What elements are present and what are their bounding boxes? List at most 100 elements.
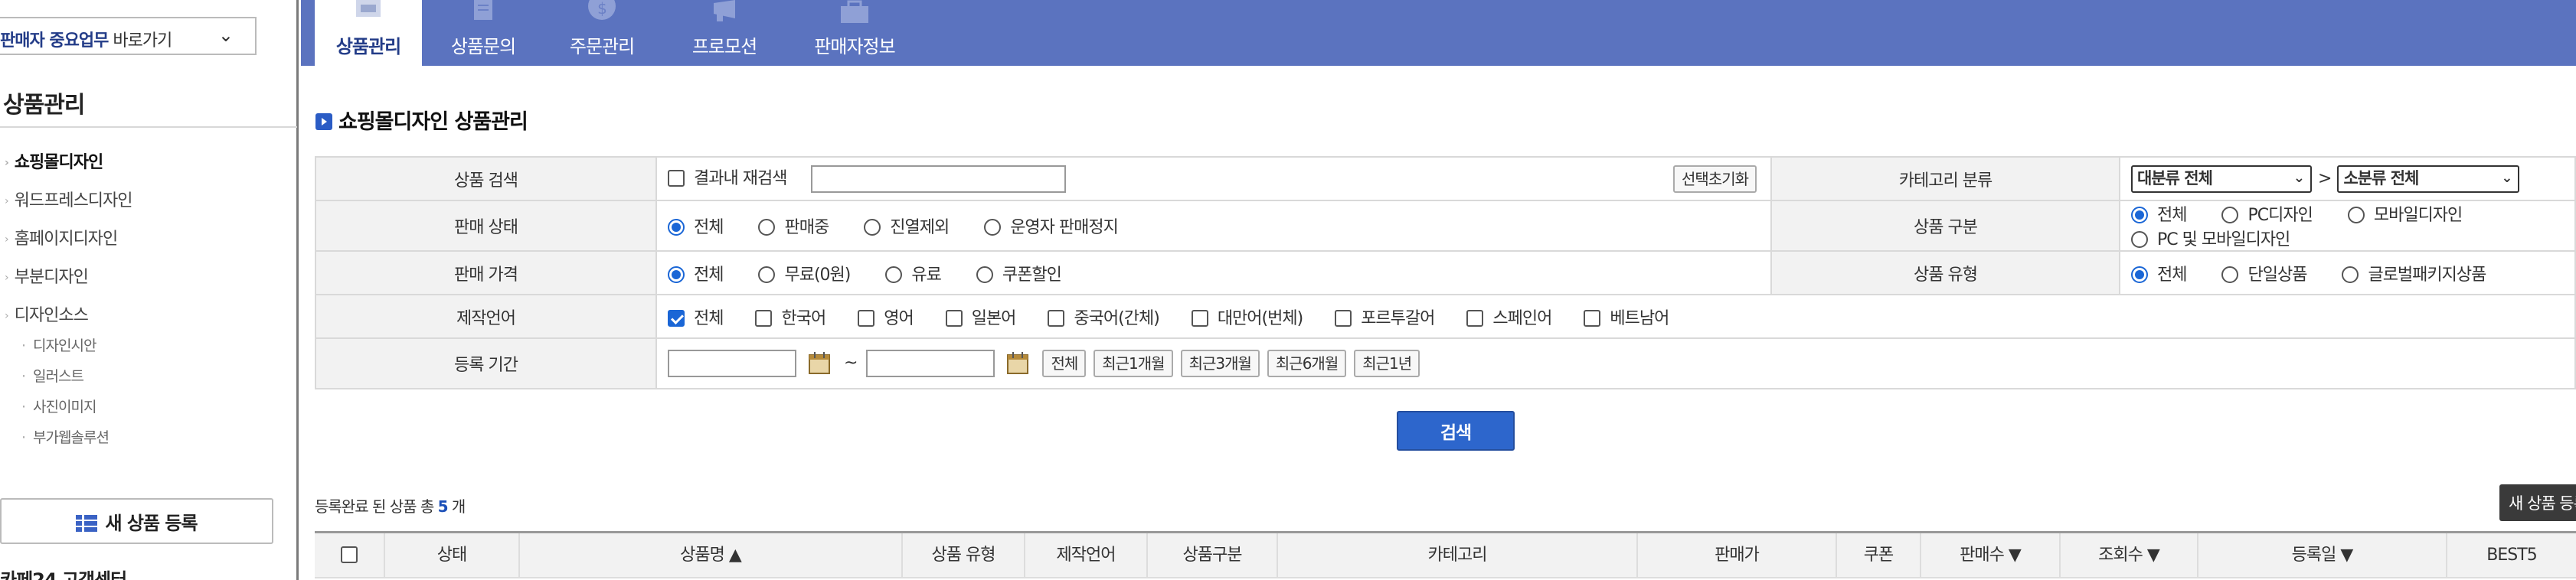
seller-quick-select[interactable]: 판매자 중요업무 바로가기 ⌄ xyxy=(0,17,257,55)
page-title: 쇼핑몰디자인 상품관리 xyxy=(315,105,528,135)
select-all-checkbox[interactable] xyxy=(341,546,358,563)
chevron-right-icon: › xyxy=(5,272,9,284)
price-all-radio[interactable]: 전체 xyxy=(668,261,724,285)
period-3month-button[interactable]: 최근3개월 xyxy=(1180,350,1260,377)
price-paid-radio[interactable]: 유료 xyxy=(885,261,942,285)
chevron-right-icon: › xyxy=(5,195,9,207)
col-sales-count[interactable]: 판매수 ▼ xyxy=(1921,533,2061,578)
col-product-name[interactable]: 상품명 ▲ xyxy=(520,533,903,578)
sale-status-hidden-radio[interactable]: 진열제외 xyxy=(864,213,950,238)
period-label: 등록 기간 xyxy=(315,337,657,389)
language-spanish-checkbox[interactable]: 스페인어 xyxy=(1466,305,1552,329)
tab-product-manage[interactable]: 상품관리 xyxy=(315,0,422,66)
language-vietnamese-checkbox[interactable]: 베트남어 xyxy=(1584,305,1669,329)
reset-selection-button[interactable]: 선택초기화 xyxy=(1673,165,1757,193)
price-free-radio[interactable]: 무료(0원) xyxy=(758,261,851,285)
product-search-label: 상품 검색 xyxy=(315,156,657,201)
category-major-select[interactable]: 대분류 전체 ⌄ xyxy=(2131,165,2312,193)
search-keyword-input[interactable] xyxy=(811,165,1067,193)
language-all-checkbox[interactable]: 전체 xyxy=(668,305,724,329)
col-price: 판매가 xyxy=(1638,533,1837,578)
search-button[interactable]: 검색 xyxy=(1397,411,1515,451)
chevron-down-icon: ⌄ xyxy=(2501,169,2512,186)
chevron-down-icon: ⌄ xyxy=(2293,169,2305,186)
new-product-button[interactable]: 새 상품 등록 xyxy=(0,498,273,544)
sale-status-selling-radio[interactable]: 판매중 xyxy=(758,213,829,238)
language-chinese-simplified-checkbox[interactable]: 중국어(간체) xyxy=(1048,305,1160,329)
research-checkbox[interactable] xyxy=(668,170,685,187)
product-kind-pc-radio[interactable]: PC디자인 xyxy=(2221,201,2313,226)
col-registered-date[interactable]: 등록일 ▼ xyxy=(2198,533,2447,578)
quick-select-bold: 판매자 중요업무 xyxy=(0,31,109,51)
calendar-icon[interactable] xyxy=(1005,350,1031,376)
col-coupon: 쿠폰 xyxy=(1837,533,1921,578)
document-pen-icon xyxy=(474,0,492,20)
sidebar-subitem-illustration[interactable]: · 일러스트 xyxy=(21,365,84,386)
sidebar-subitem-design-draft[interactable]: · 디자인시안 xyxy=(21,334,96,355)
product-type-label: 상품 유형 xyxy=(1770,250,2120,295)
sale-status-suspended-radio[interactable]: 운영자 판매정지 xyxy=(984,213,1119,238)
sale-status-label: 판매 상태 xyxy=(315,200,657,252)
product-type-global-radio[interactable]: 글로벌패키지상품 xyxy=(2342,261,2486,285)
price-coupon-radio[interactable]: 쿠폰할인 xyxy=(976,261,1062,285)
dollar-coin-icon: $ xyxy=(588,0,616,20)
sale-status-all-radio[interactable]: 전체 xyxy=(668,213,724,238)
col-view-count[interactable]: 조회수 ▼ xyxy=(2061,533,2198,578)
period-1year-button[interactable]: 최근1년 xyxy=(1354,350,1420,377)
tab-order-manage[interactable]: $ 주문관리 xyxy=(544,0,659,66)
sidebar-item-homepage-design[interactable]: › 홈페이지디자인 xyxy=(5,225,118,249)
language-japanese-checkbox[interactable]: 일본어 xyxy=(945,305,1016,329)
sidebar-item-design-source[interactable]: › 디자인소스 xyxy=(5,301,89,326)
col-status: 상태 xyxy=(385,533,520,578)
product-type-all-radio[interactable]: 전체 xyxy=(2131,261,2187,285)
period-start-input[interactable] xyxy=(668,350,796,377)
sidebar-title: 상품관리 xyxy=(3,92,85,119)
price-label: 판매 가격 xyxy=(315,250,657,295)
sidebar-item-shopping-mall-design[interactable]: › 쇼핑몰디자인 xyxy=(5,148,103,173)
col-product-type: 상품 유형 xyxy=(903,533,1025,578)
chevron-right-icon: › xyxy=(5,233,9,246)
top-nav: 상품관리 상품문의 $ 주문관리 프로모션 판매자정보 xyxy=(301,0,2576,66)
select-all-cell xyxy=(315,533,385,578)
language-english-checkbox[interactable]: 영어 xyxy=(858,305,914,329)
chevron-right-icon: › xyxy=(5,310,9,322)
col-best5: BEST5 xyxy=(2486,546,2537,565)
search-form: 상품 검색 결과내 재검색 선택초기화 카테고리 분류 대분류 전체 ⌄ > 소분… xyxy=(315,156,2576,389)
period-6month-button[interactable]: 최근6개월 xyxy=(1267,350,1347,377)
period-all-button[interactable]: 전체 xyxy=(1042,350,1087,377)
product-kind-mobile-radio[interactable]: 모바일디자인 xyxy=(2347,201,2463,226)
sidebar-item-wordpress-design[interactable]: › 워드프레스디자인 xyxy=(5,187,133,211)
product-type-single-radio[interactable]: 단일상품 xyxy=(2221,261,2307,285)
product-box-icon xyxy=(356,0,381,17)
customer-center-link[interactable]: 카페24 고객센터 xyxy=(0,565,127,580)
briefcase-icon xyxy=(841,0,868,23)
chevron-right-icon: › xyxy=(5,157,9,169)
sidebar-subitem-web-solution[interactable]: · 부가웹솔루션 xyxy=(21,426,110,447)
tab-product-inquiry[interactable]: 상품문의 xyxy=(430,0,537,66)
tab-seller-info[interactable]: 판매자정보 xyxy=(789,0,920,66)
product-kind-pc-mobile-radio[interactable]: PC 및 모바일디자인 xyxy=(2131,226,2290,250)
language-korean-checkbox[interactable]: 한국어 xyxy=(755,305,826,329)
sidebar: 판매자 중요업무 바로가기 ⌄ 상품관리 › 쇼핑몰디자인 › 워드프레스디자인 ›… xyxy=(0,0,299,580)
category-separator: > xyxy=(2318,168,2332,188)
chevron-down-icon: ⌄ xyxy=(217,24,234,46)
sidebar-subitem-photo-image[interactable]: · 사진이미지 xyxy=(21,396,96,416)
research-checkbox-option[interactable]: 결과내 재검색 xyxy=(668,165,787,189)
col-language: 제작언어 xyxy=(1025,533,1148,578)
period-end-input[interactable] xyxy=(866,350,995,377)
calendar-icon[interactable] xyxy=(807,350,833,376)
category-minor-select[interactable]: 소분류 전체 ⌄ xyxy=(2337,165,2520,193)
language-taiwanese-checkbox[interactable]: 대만어(번체) xyxy=(1191,305,1303,329)
quick-select-rest: 바로가기 xyxy=(108,31,172,51)
col-product-kind: 상품구분 xyxy=(1148,533,1278,578)
tab-promotion[interactable]: 프로모션 xyxy=(667,0,782,66)
language-portuguese-checkbox[interactable]: 포르투갈어 xyxy=(1335,305,1435,329)
product-kind-label: 상품 구분 xyxy=(1770,200,2120,252)
new-product-button-list[interactable]: 새 상품 등록 xyxy=(2499,484,2576,521)
period-1month-button[interactable]: 최근1개월 xyxy=(1093,350,1173,377)
period-separator: ~ xyxy=(844,354,858,373)
product-kind-all-radio[interactable]: 전체 xyxy=(2131,201,2187,226)
list-grid-icon xyxy=(76,514,98,532)
language-label: 제작언어 xyxy=(315,294,657,339)
sidebar-item-partial-design[interactable]: › 부분디자인 xyxy=(5,263,89,288)
